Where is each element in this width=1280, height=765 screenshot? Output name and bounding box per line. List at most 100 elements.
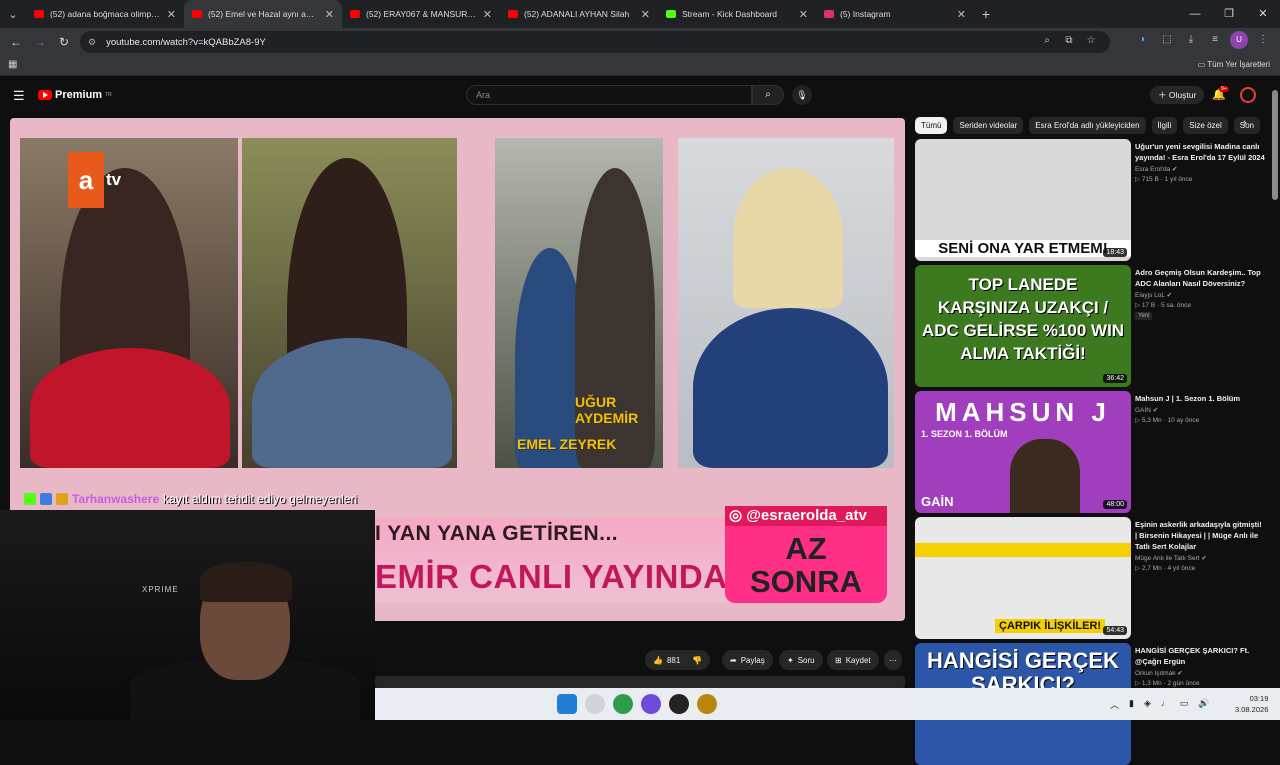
youtube-header: ☰ Premium TR Ara ⌕ 🎙 ＋ Oluştur 🔔 9+ <box>0 82 1280 110</box>
minimize-button[interactable]: — <box>1178 0 1212 28</box>
video-thumbnail[interactable]: SENİ ONA YAR ETMEM! 18:43 <box>915 139 1131 261</box>
chevron-up-icon[interactable]: ︿ <box>1110 698 1119 711</box>
microphone-icon[interactable]: 🎙 <box>792 85 812 105</box>
browser-tab[interactable]: (5) Instagram ✕ <box>816 0 974 28</box>
related-filter-chips: Tümü Seriden videolar Esra Erol'da adlı yü… <box>915 117 1260 135</box>
channel-name-text: GAİN <box>1135 407 1151 414</box>
browser-tab[interactable]: (52) adana boğmaca olimpiyatla ✕ <box>26 0 184 28</box>
channel-name[interactable]: Esra Erol'da ✔ <box>1135 165 1177 173</box>
chevron-right-icon[interactable]: › <box>1243 117 1247 129</box>
window-controls: — ❐ ✕ <box>1178 0 1280 28</box>
chat-message: kayıt aldım tehdit ediyo gelmeyenleri <box>163 492 358 506</box>
all-bookmarks-label: Tüm Yer İşaretleri <box>1207 60 1270 69</box>
start-button[interactable] <box>557 694 577 714</box>
security-icon[interactable]: ◈ <box>1144 698 1151 711</box>
ask-button[interactable]: ✦ Soru <box>779 650 823 670</box>
cast-icon[interactable]: ⧉ <box>1060 35 1078 46</box>
channel-name[interactable]: Müge Anlı ile Tatlı Sert ✔ <box>1135 554 1207 562</box>
apps-grid-icon[interactable]: ▦ <box>8 59 17 70</box>
mic-icon[interactable]: ♩ <box>1161 698 1170 711</box>
channel-name-text: Elayjs LoL <box>1135 292 1165 299</box>
thumb-subcaption: 1. SEZON 1. BÖLÜM <box>921 429 1008 439</box>
video-description-bar <box>375 676 905 688</box>
filter-chip[interactable]: İlgili <box>1151 117 1178 134</box>
extensions-puzzle-icon[interactable]: ⬚ <box>1158 31 1176 49</box>
tab-close-icon[interactable]: ✕ <box>483 8 492 21</box>
recommended-video-card[interactable]: SENİ ONA YAR ETMEM! 18:43 Uğur'un yeni sev… <box>915 139 1265 261</box>
taskbar-clock[interactable]: 03:19 3.08.2026 <box>1235 693 1268 715</box>
search-input[interactable]: Ara <box>466 85 752 105</box>
chrome-taskbar-icon[interactable] <box>613 694 633 714</box>
tab-search-button[interactable]: ⌄ <box>0 0 26 28</box>
browser-tab[interactable]: (52) ERAY067 & MANSUR ft. Re ✕ <box>342 0 500 28</box>
page-scrollbar[interactable] <box>1272 90 1278 200</box>
like-icon[interactable]: 👍 <box>653 656 663 665</box>
share-button[interactable]: ➦ Paylaş <box>722 650 773 670</box>
video-thumbnail[interactable]: MAHSUN J 1. SEZON 1. BÖLÜM GAİN 48:00 <box>915 391 1131 513</box>
profile-avatar[interactable]: U <box>1230 31 1248 49</box>
address-bar[interactable]: ⚙ youtube.com/watch?v=kQABbZA8-9Y ⌕ ⧉ ☆ <box>80 31 1110 53</box>
close-window-button[interactable]: ✕ <box>1246 0 1280 28</box>
video-meta: ▷ 1,3 Mn · 2 gün önce <box>1135 680 1200 687</box>
filter-chip[interactable]: Seriden videolar <box>953 117 1024 134</box>
forward-button[interactable]: → <box>28 35 52 49</box>
app-taskbar-icon[interactable] <box>697 694 717 714</box>
tab-close-icon[interactable]: ✕ <box>325 8 334 21</box>
channel-name[interactable]: Orkun Işıtmak ✔ <box>1135 669 1183 677</box>
usb-icon[interactable]: ▮ <box>1129 698 1134 711</box>
browser-tab[interactable]: (52) ADANALI AYHAN Silah ✕ <box>500 0 658 28</box>
back-button[interactable]: ← <box>4 35 28 49</box>
site-info-icon[interactable]: ⚙ <box>88 37 96 48</box>
tab-favicon-icon <box>666 10 676 18</box>
new-tab-button[interactable]: + <box>974 6 998 22</box>
video-thumbnail[interactable]: TOP LANEDE KARŞINIZA UZAKÇI / ADC GELİRS… <box>915 265 1131 387</box>
filter-chip[interactable]: Tümü <box>915 117 948 134</box>
volume-icon[interactable]: 🔊 <box>1198 698 1209 711</box>
discord-taskbar-icon[interactable] <box>641 694 661 714</box>
tab-close-icon[interactable]: ✕ <box>641 8 650 21</box>
bookmark-star-icon[interactable]: ☆ <box>1082 35 1100 46</box>
obs-taskbar-icon[interactable] <box>669 694 689 714</box>
recommended-video-card[interactable]: TOP LANEDE KARŞINIZA UZAKÇI / ADC GELİRS… <box>915 265 1265 387</box>
video-title[interactable]: Adro Geçmiş Olsun Kardeşim.. Top ADC Ala… <box>1135 267 1265 289</box>
browser-menu-icon[interactable]: ⋮ <box>1254 31 1272 49</box>
tab-close-icon[interactable]: ✕ <box>799 8 808 21</box>
channel-name[interactable]: GAİN ✔ <box>1135 406 1158 414</box>
soon-line-2: SONRA <box>750 564 862 599</box>
all-bookmarks-button[interactable]: ▭ Tüm Yer İşaretleri <box>1198 60 1270 69</box>
video-panel-host <box>678 138 894 468</box>
download-icon[interactable]: ⤓ <box>1182 31 1200 49</box>
video-thumbnail[interactable]: ÇARPIK İLİŞKİLER! 54:43 <box>915 517 1131 639</box>
recommended-video-card[interactable]: MAHSUN J 1. SEZON 1. BÖLÜM GAİN 48:00 Mahsun… <box>915 391 1265 513</box>
save-button[interactable]: ⊞ Kaydet <box>827 650 879 670</box>
network-icon[interactable]: ▭ <box>1180 698 1189 711</box>
browser-tab[interactable]: (52) Emel ve Hazal aynı adam i ✕ <box>184 0 342 28</box>
browser-tab[interactable]: Stream - Kick Dashboard ✕ <box>658 0 816 28</box>
tab-close-icon[interactable]: ✕ <box>957 8 966 21</box>
zoom-icon[interactable]: ⌕ <box>1038 35 1056 46</box>
channel-name-text: Esra Erol'da <box>1135 166 1171 173</box>
like-count[interactable]: 881 <box>667 656 680 665</box>
video-title[interactable]: Eşinin askerlik arkadaşıyla gitmişti! | … <box>1135 519 1265 552</box>
extension-icon[interactable]: ◗ <box>1134 31 1152 49</box>
youtube-premium-logo[interactable]: Premium TR <box>38 89 112 101</box>
guide-menu-icon[interactable]: ☰ <box>13 88 25 104</box>
recommended-video-card[interactable]: ÇARPIK İLİŞKİLER! 54:43 Eşinin askerlik ar… <box>915 517 1265 639</box>
like-dislike-group: 👍 881 👎 <box>645 650 711 670</box>
video-title[interactable]: Uğur'un yeni sevgilisi Madina canlı yayı… <box>1135 141 1265 163</box>
dislike-icon[interactable]: 👎 <box>692 656 702 665</box>
channel-name[interactable]: Elayjs LoL ✔ <box>1135 291 1172 299</box>
tab-close-icon[interactable]: ✕ <box>167 8 176 21</box>
more-actions-button[interactable]: ⋯ <box>884 650 902 670</box>
video-title[interactable]: Mahsun J | 1. Sezon 1. Bölüm <box>1135 393 1265 404</box>
video-title[interactable]: HANGİSİ GERÇEK ŞARKICI? Ft. @Çağrı Ergün <box>1135 645 1265 667</box>
filter-chip[interactable]: Size özel <box>1183 117 1228 134</box>
reload-button[interactable]: ↻ <box>52 35 76 49</box>
restore-button[interactable]: ❐ <box>1212 0 1246 28</box>
search-icon[interactable]: ⌕ <box>752 85 784 105</box>
media-control-icon[interactable]: ≡ <box>1206 31 1224 49</box>
filter-chip[interactable]: Esra Erol'da adlı yükleyiciden <box>1029 117 1146 134</box>
create-button[interactable]: ＋ Oluştur <box>1150 86 1205 104</box>
channel-avatar[interactable] <box>1240 87 1256 103</box>
search-taskbar-icon[interactable] <box>585 694 605 714</box>
